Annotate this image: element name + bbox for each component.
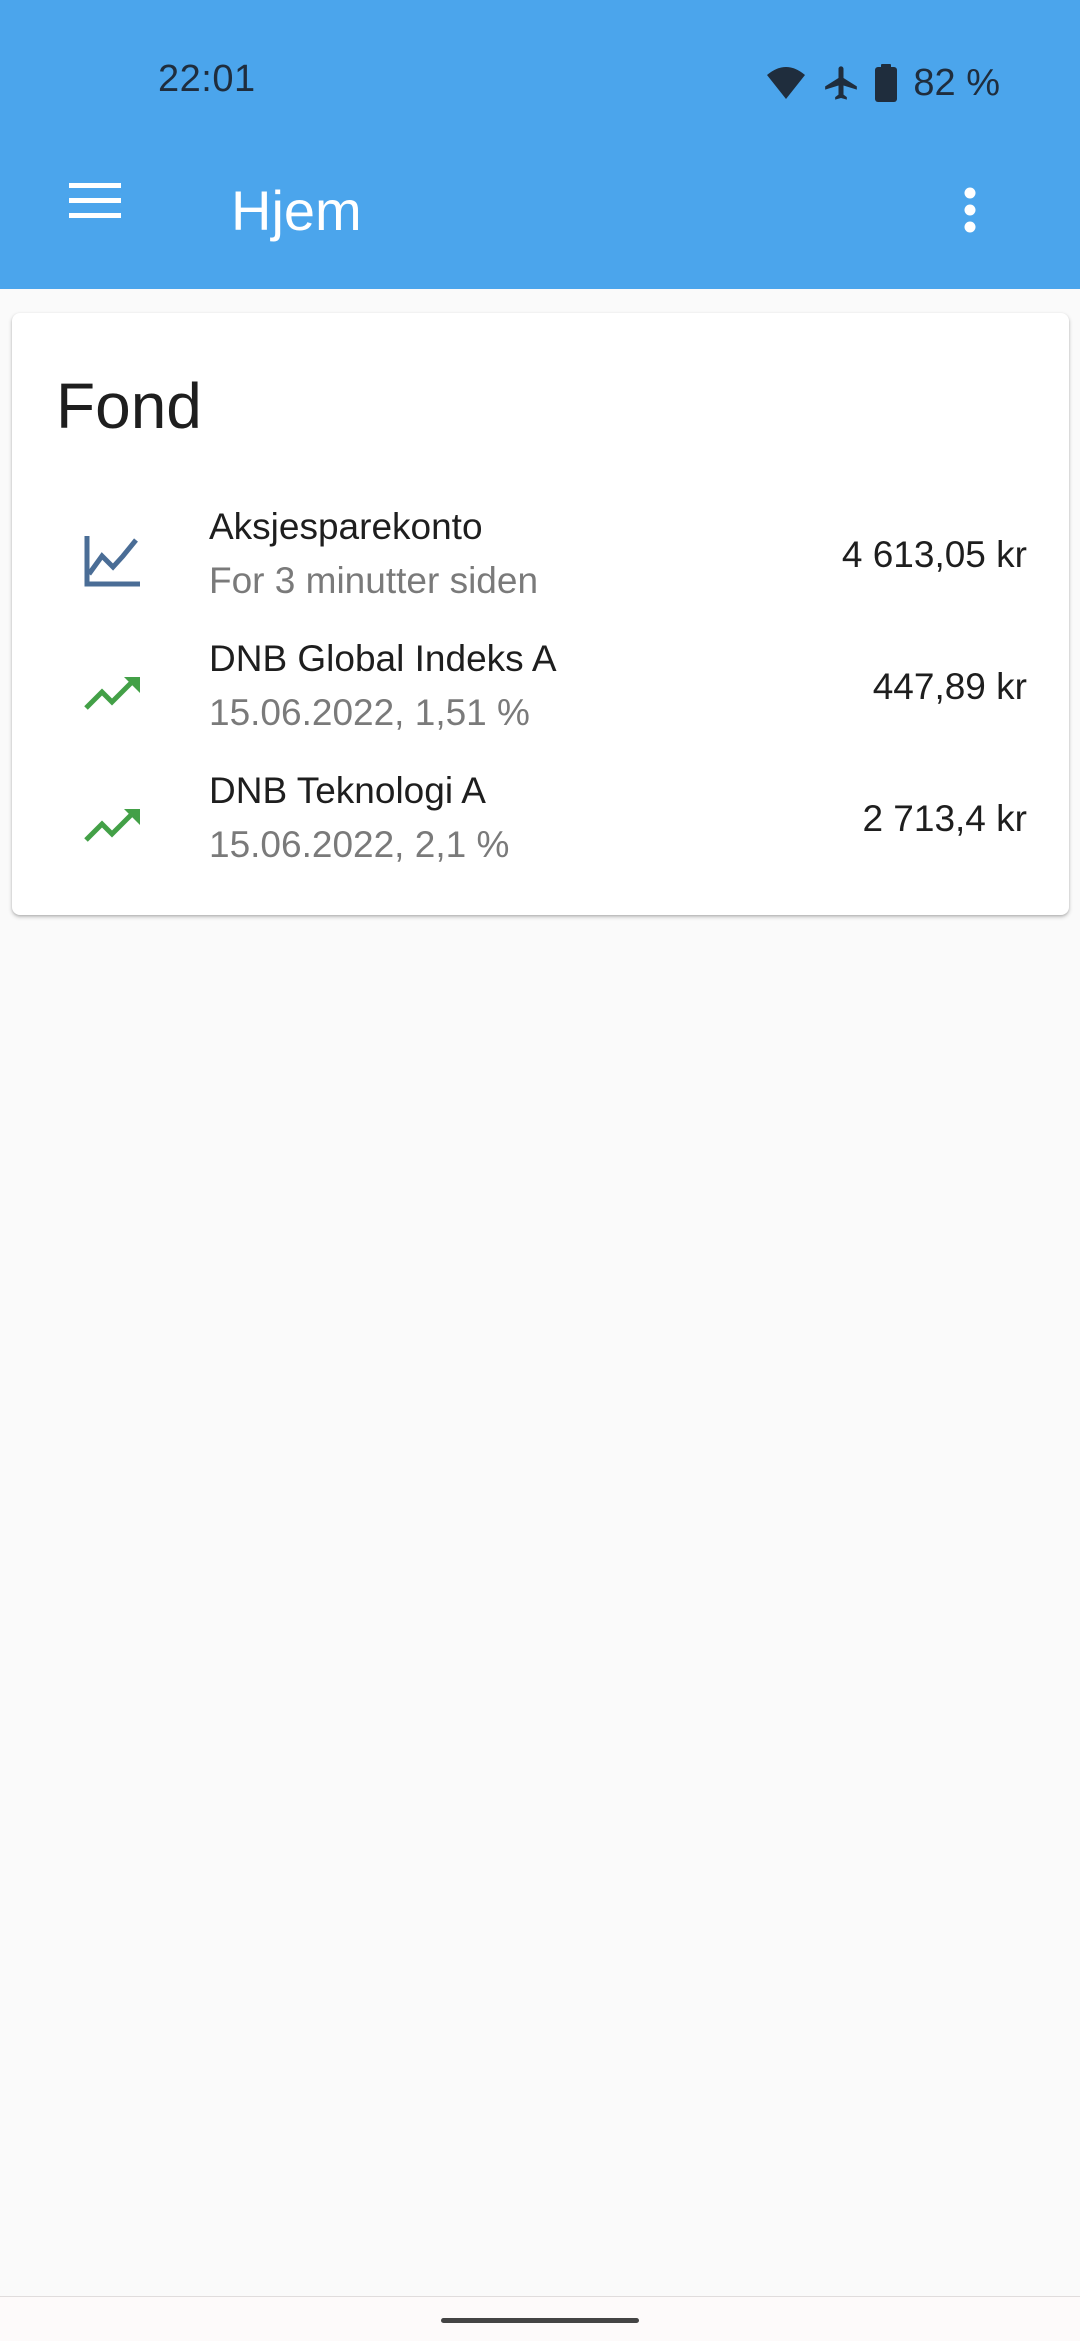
more-vert-icon xyxy=(963,187,977,238)
menu-button[interactable] xyxy=(48,162,144,242)
app-bar: 22:01 82 % Hjem xyxy=(0,0,1080,289)
fund-subtitle: For 3 minutter siden xyxy=(209,560,539,601)
card-title: Fond xyxy=(56,370,202,442)
overflow-menu-button[interactable] xyxy=(932,172,1008,252)
fund-row-dnb-global-indeks[interactable]: DNB Global Indeks A 15.06.2022, 1,51 % 4… xyxy=(12,630,1069,760)
fund-row-aksjesparekonto[interactable]: Aksjesparekonto For 3 minutter siden 4 6… xyxy=(12,498,1069,628)
fund-name: DNB Teknologi A xyxy=(209,770,486,811)
trending-up-icon xyxy=(78,658,148,728)
fund-name: DNB Global Indeks A xyxy=(209,638,557,679)
fund-value: 4 613,05 kr xyxy=(841,534,1027,575)
fund-row-dnb-teknologi[interactable]: DNB Teknologi A 15.06.2022, 2,1 % 2 713,… xyxy=(12,762,1069,892)
fund-card: Fond Aksjesparekonto For 3 minutter side… xyxy=(12,313,1069,915)
battery-icon xyxy=(875,64,898,102)
hamburger-menu-icon xyxy=(69,181,123,224)
trending-up-icon xyxy=(78,790,148,860)
fund-value: 447,89 kr xyxy=(872,666,1027,707)
battery-percent: 82 % xyxy=(913,61,1000,104)
fund-name: Aksjesparekonto xyxy=(209,506,483,547)
fund-subtitle: 15.06.2022, 1,51 % xyxy=(209,692,530,733)
line-chart-icon xyxy=(78,526,148,596)
fund-value: 2 713,4 kr xyxy=(862,798,1027,839)
airplane-icon xyxy=(821,63,861,103)
wifi-icon xyxy=(765,65,807,101)
status-icons: 82 % xyxy=(765,58,1000,108)
gesture-nav-bar xyxy=(0,2296,1080,2341)
home-gesture-handle[interactable] xyxy=(441,2318,639,2323)
status-time: 22:01 xyxy=(158,58,256,100)
fund-subtitle: 15.06.2022, 2,1 % xyxy=(209,824,510,865)
page-title: Hjem xyxy=(231,179,362,242)
